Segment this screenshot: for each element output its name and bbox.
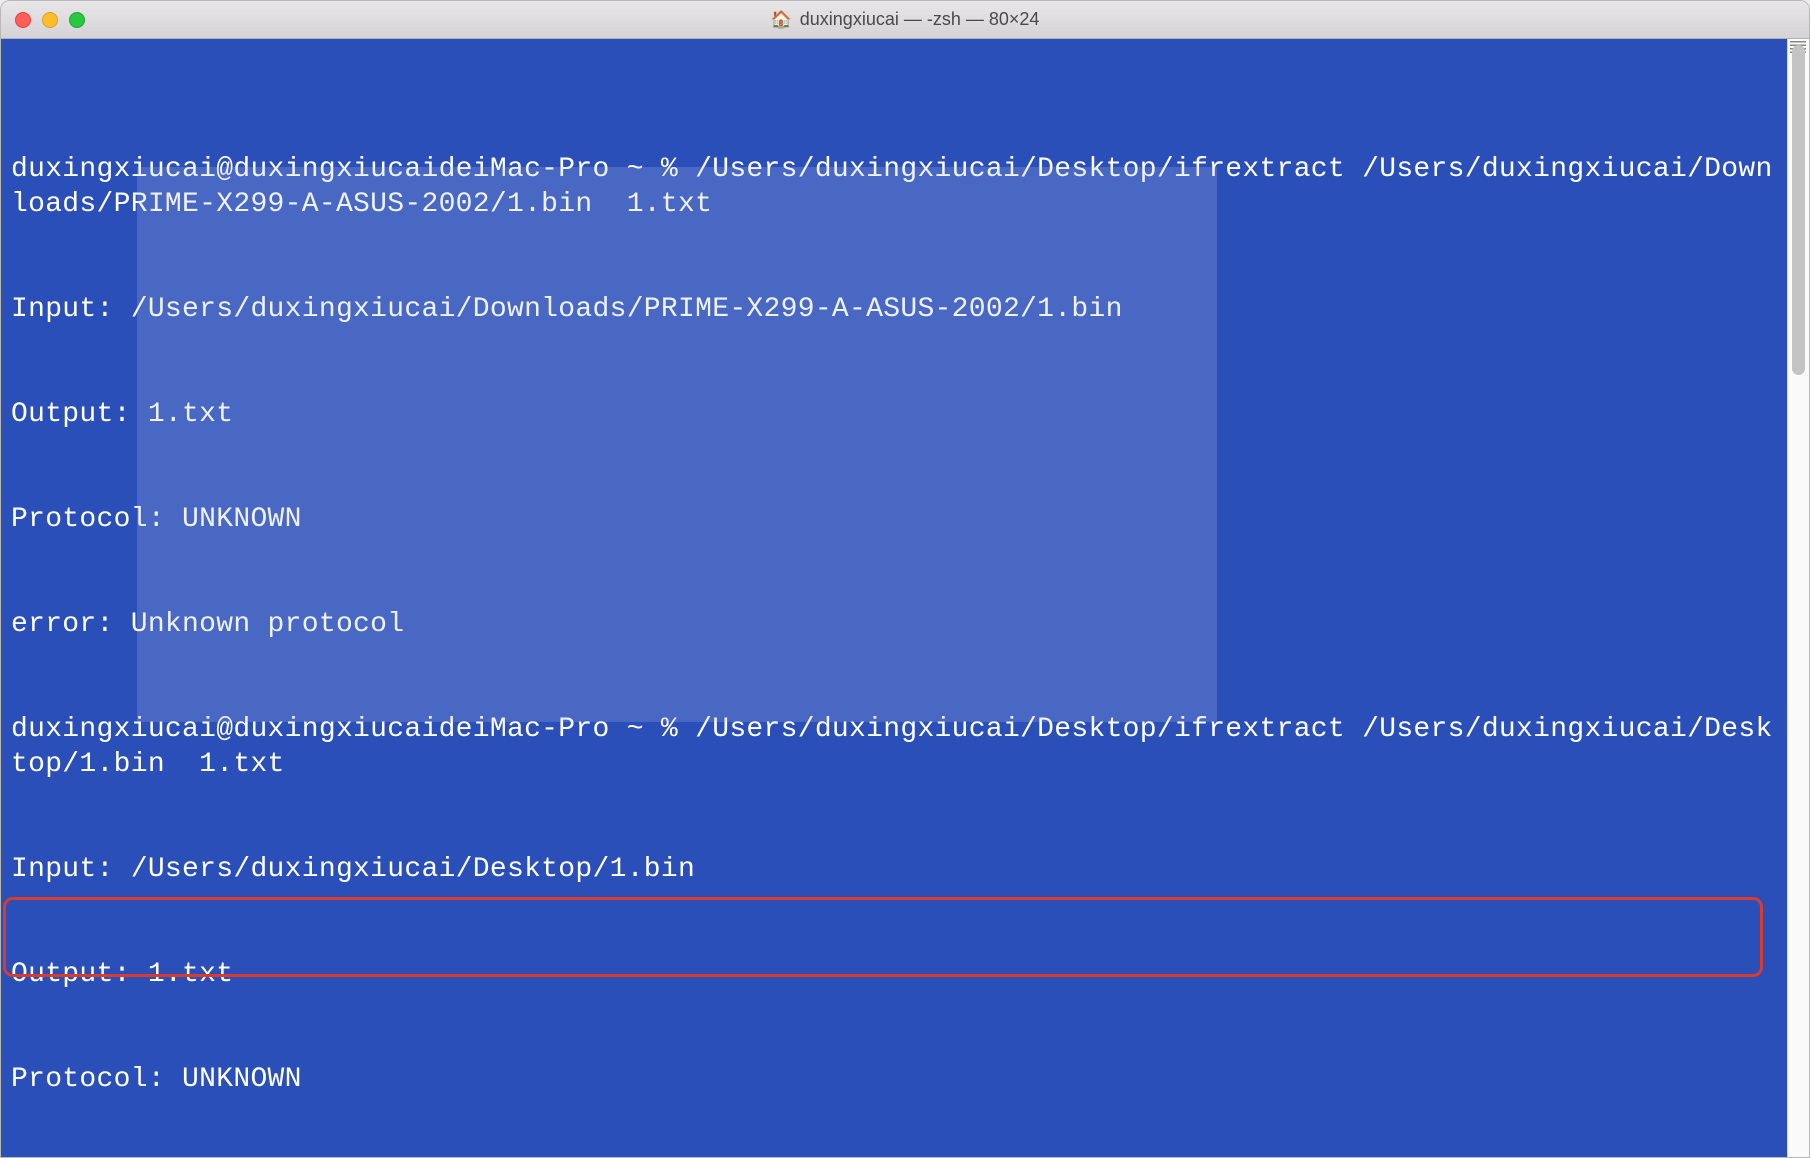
terminal-line: Input: /Users/duxingxiucai/Desktop/1.bin [11, 852, 1777, 887]
window-title-container: 🏠 duxingxiucai — -zsh — 80×24 [771, 9, 1040, 30]
terminal-line: duxingxiucai@duxingxiucaideiMac-Pro ~ % … [11, 152, 1777, 222]
scrollbar-thumb[interactable] [1792, 45, 1805, 375]
terminal-line: Protocol: UNKNOWN [11, 1062, 1777, 1097]
home-icon: 🏠 [771, 10, 792, 30]
terminal-line: duxingxiucai@duxingxiucaideiMac-Pro ~ % … [11, 712, 1777, 782]
terminal-line: Protocol: UNKNOWN [11, 502, 1777, 537]
close-button[interactable] [15, 12, 31, 28]
titlebar[interactable]: 🏠 duxingxiucai — -zsh — 80×24 [1, 1, 1809, 39]
terminal-line: Output: 1.txt [11, 957, 1777, 992]
traffic-lights [15, 12, 85, 28]
terminal-line: Input: /Users/duxingxiucai/Downloads/PRI… [11, 292, 1777, 327]
maximize-button[interactable] [69, 12, 85, 28]
scrollbar-track[interactable] [1787, 39, 1809, 1157]
window-title: duxingxiucai — -zsh — 80×24 [800, 9, 1040, 30]
terminal-line: error: Unknown protocol [11, 607, 1777, 642]
terminal-line: Output: 1.txt [11, 397, 1777, 432]
terminal-window: 🏠 duxingxiucai — -zsh — 80×24 duxingxiuc… [0, 0, 1810, 1158]
terminal-body-wrapper: duxingxiucai@duxingxiucaideiMac-Pro ~ % … [1, 39, 1809, 1157]
minimize-button[interactable] [42, 12, 58, 28]
terminal-content[interactable]: duxingxiucai@duxingxiucaideiMac-Pro ~ % … [1, 39, 1787, 1157]
